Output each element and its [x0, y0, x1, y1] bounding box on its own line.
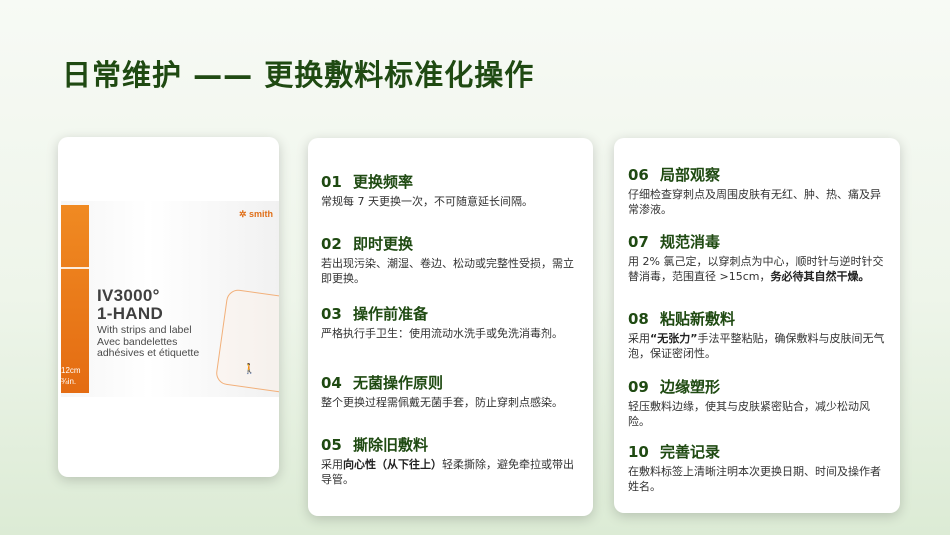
- product-description: With strips and label Avec bandelettes a…: [97, 324, 200, 359]
- step-text: 采用向心性（从下往上）轻柔撕除，避免牵拉或带出导管。: [321, 458, 574, 486]
- package-size-in: ¾in.: [61, 377, 77, 386]
- step-item: 07 规范消毒 用 2% 氯己定，以穿刺点为中心，顺时针与逆时针交替消毒，范围直径…: [628, 233, 890, 284]
- step-text: 整个更换过程需佩戴无菌手套，防止穿刺点感染。: [321, 396, 563, 409]
- step-number: 09: [628, 378, 649, 396]
- step-text: 仔细检查穿刺点及周围皮肤有无红、肿、热、痛及异常渗液。: [628, 188, 881, 216]
- step-title: 更换频率: [353, 173, 414, 191]
- step-number: 04: [321, 374, 342, 392]
- step-text: 采用“无张力”手法平整粘贴，确保敷料与皮肤间无气泡，保证密闭性。: [628, 332, 885, 360]
- step-text: 常规每 7 天更换一次，不可随意延长间隔。: [321, 195, 533, 208]
- person-icon: 🚶: [243, 364, 256, 375]
- step-number: 10: [628, 443, 649, 461]
- step-number: 06: [628, 166, 649, 184]
- step-text: 在敷料标签上清晰注明本次更换日期、时间及操作者姓名。: [628, 465, 881, 493]
- brand-logo: ✲ smith: [239, 209, 274, 219]
- step-title: 边缘塑形: [660, 378, 721, 396]
- step-title: 无菌操作原则: [353, 374, 444, 392]
- step-title: 粘贴新敷料: [660, 310, 736, 328]
- step-number: 08: [628, 310, 649, 328]
- step-item: 08 粘贴新敷料 采用“无张力”手法平整粘贴，确保敷料与皮肤间无气泡，保证密闭性。: [628, 310, 890, 361]
- dressing-outline-icon: [214, 288, 279, 394]
- step-item: 04 无菌操作原则 整个更换过程需佩戴无菌手套，防止穿刺点感染。: [321, 374, 583, 410]
- package-orange-band: 12cm ¾in.: [61, 205, 89, 393]
- product-name-line1: IV3000°: [97, 286, 160, 305]
- step-title: 规范消毒: [660, 233, 721, 251]
- step-item: 09 边缘塑形 轻压敷料边缘，使其与皮肤紧密贴合，减少松动风险。: [628, 378, 890, 429]
- step-number: 05: [321, 436, 342, 454]
- step-item: 02 即时更换 若出现污染、潮湿、卷边、松动或完整性受损，需立即更换。: [321, 235, 583, 286]
- product-photo-card: 12cm ¾in. ✲ smith IV3000° 1-HAND With st…: [58, 137, 279, 477]
- step-title: 撕除旧敷料: [353, 436, 429, 454]
- slide-title: 日常维护 —— 更换敷料标准化操作: [62, 58, 535, 92]
- step-text: 用 2% 氯己定，以穿刺点为中心，顺时针与逆时针交替消毒，范围直径 >15cm，…: [628, 255, 884, 283]
- step-number: 07: [628, 233, 649, 251]
- step-title: 局部观察: [660, 166, 721, 184]
- step-title: 操作前准备: [353, 305, 429, 323]
- step-item: 05 撕除旧敷料 采用向心性（从下往上）轻柔撕除，避免牵拉或带出导管。: [321, 436, 583, 487]
- step-title: 完善记录: [660, 443, 721, 461]
- product-name-line2: 1-HAND: [97, 304, 164, 323]
- package-size-cm: 12cm: [61, 366, 81, 375]
- step-number: 01: [321, 173, 342, 191]
- step-text: 若出现污染、潮湿、卷边、松动或完整性受损，需立即更换。: [321, 257, 574, 285]
- step-item: 10 完善记录 在敷料标签上清晰注明本次更换日期、时间及操作者姓名。: [628, 443, 890, 494]
- step-item: 01 更换频率 常规每 7 天更换一次，不可随意延长间隔。: [321, 173, 583, 209]
- dressing-package-photo: 12cm ¾in. ✲ smith IV3000° 1-HAND With st…: [61, 201, 279, 397]
- step-item: 06 局部观察 仔细检查穿刺点及周围皮肤有无红、肿、热、痛及异常渗液。: [628, 166, 890, 217]
- step-title: 即时更换: [353, 235, 414, 253]
- step-number: 02: [321, 235, 342, 253]
- step-text: 严格执行手卫生：使用流动水洗手或免洗消毒剂。: [321, 327, 563, 340]
- step-number: 03: [321, 305, 342, 323]
- step-text: 轻压敷料边缘，使其与皮肤紧密贴合，减少松动风险。: [628, 400, 870, 428]
- step-item: 03 操作前准备 严格执行手卫生：使用流动水洗手或免洗消毒剂。: [321, 305, 583, 341]
